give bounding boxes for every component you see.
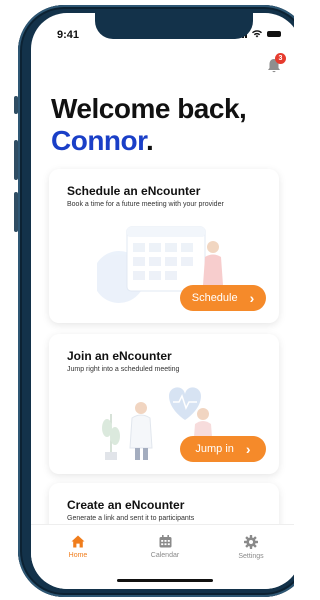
schedule-button-label: Schedule [191,292,238,304]
schedule-button[interactable]: Schedule › [180,285,266,311]
home-icon [71,535,85,548]
home-indicator [117,579,213,582]
schedule-card: Schedule an eNcounter Book a time for a … [49,169,279,323]
card-description: Generate a link and sent it to participa… [67,515,195,522]
tab-home[interactable]: Home [48,535,108,559]
jump-in-button[interactable]: Jump in › [180,436,266,462]
notifications-button[interactable]: 3 [265,53,286,75]
gear-icon [244,535,258,549]
tab-bar: Home Calendar Settings [31,524,294,589]
tab-calendar-label: Calendar [150,552,180,559]
user-name: Connor [51,125,147,156]
chevron-right-icon: › [249,290,255,306]
tab-settings[interactable]: Settings [221,535,281,560]
notch [95,13,253,39]
battery-icon [267,31,281,37]
app-mockup: 9:41 3 Welcome back, Connor. Schedule an… [0,0,294,600]
tab-calendar[interactable]: Calendar [135,535,195,559]
welcome-name-line: Connor. [51,125,246,157]
name-period: . [146,125,154,156]
tab-home-label: Home [68,552,88,559]
wifi-icon [252,30,262,38]
jump-in-button-label: Jump in [195,443,234,455]
calendar-icon [159,535,171,548]
phone-screen: 9:41 3 Welcome back, Connor. Schedule an… [31,13,294,589]
card-description: Jump right into a scheduled meeting [67,366,180,373]
card-description: Book a time for a future meeting with yo… [67,201,224,208]
welcome-line: Welcome back, [51,93,247,124]
card-title: Create an eNcounter [67,498,185,512]
card-title: Schedule an eNcounter [67,184,201,198]
tab-settings-label: Settings [238,553,264,560]
chevron-right-icon: › [245,441,251,457]
card-title: Join an eNcounter [67,349,172,363]
status-time: 9:41 [57,29,80,41]
join-card: Join an eNcounter Jump right into a sche… [49,334,279,474]
welcome-heading: Welcome back, Connor. [51,93,247,157]
notification-badge: 3 [275,53,286,64]
